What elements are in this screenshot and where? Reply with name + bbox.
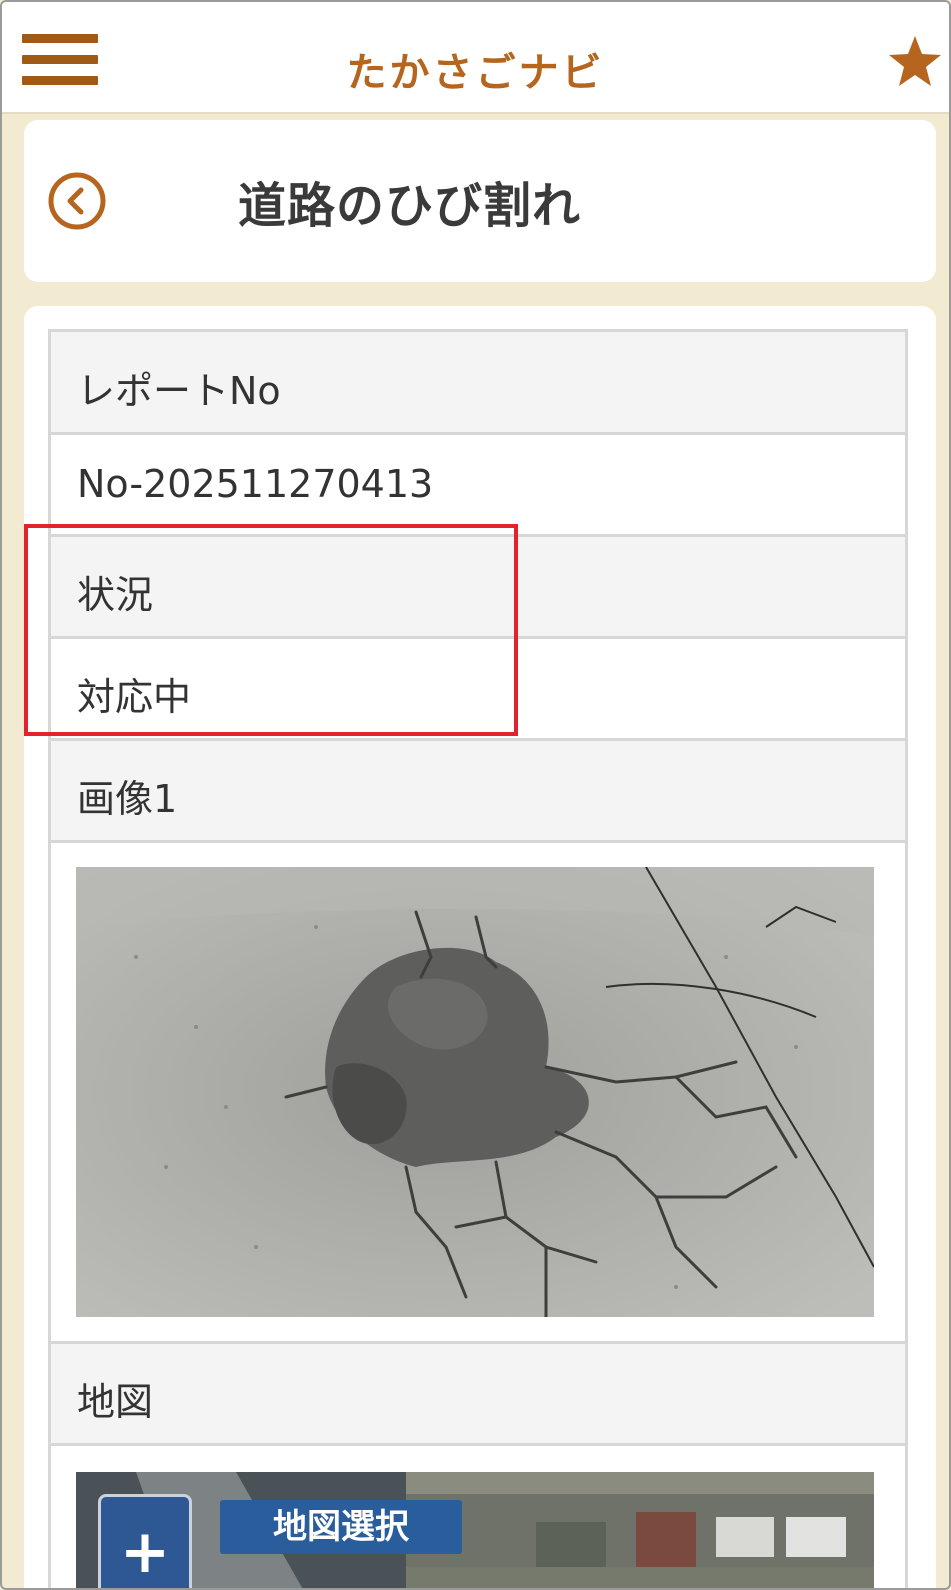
status-label: 状況 — [77, 573, 154, 617]
status-value-row: 対応中 — [51, 639, 905, 741]
back-icon[interactable] — [46, 170, 108, 232]
app-title: たかさごナビ — [346, 50, 605, 96]
image-label: 画像1 — [77, 777, 178, 821]
map-select-button[interactable]: 地図選択 — [220, 1500, 462, 1554]
road-crack-photo[interactable] — [76, 867, 874, 1317]
status-value: 対応中 — [77, 675, 192, 719]
favorite-star-icon[interactable] — [886, 32, 944, 92]
detail-table: レポートNo No-202511270413 状況 対応中 画像1 地図 + 地… — [48, 329, 908, 1588]
app-frame: たかさごナビ 道路のひび割れ レポートNo No-202511270413 状況… — [0, 0, 951, 1590]
map-zoom-in-button[interactable]: + — [98, 1494, 192, 1588]
map-view[interactable]: + 地図選択 — [76, 1472, 874, 1588]
map-label-row: 地図 — [51, 1344, 905, 1446]
status-label-row: 状況 — [51, 537, 905, 639]
page-title: 道路のひび割れ — [238, 178, 582, 234]
app-header: たかさごナビ — [2, 2, 949, 114]
map-label: 地図 — [77, 1380, 154, 1424]
report-no-label-row: レポートNo — [51, 332, 905, 435]
report-no-value: No-202511270413 — [77, 462, 434, 506]
report-no-value-row: No-202511270413 — [51, 435, 905, 537]
image-label-row: 画像1 — [51, 741, 905, 843]
report-no-label: レポートNo — [77, 369, 281, 413]
